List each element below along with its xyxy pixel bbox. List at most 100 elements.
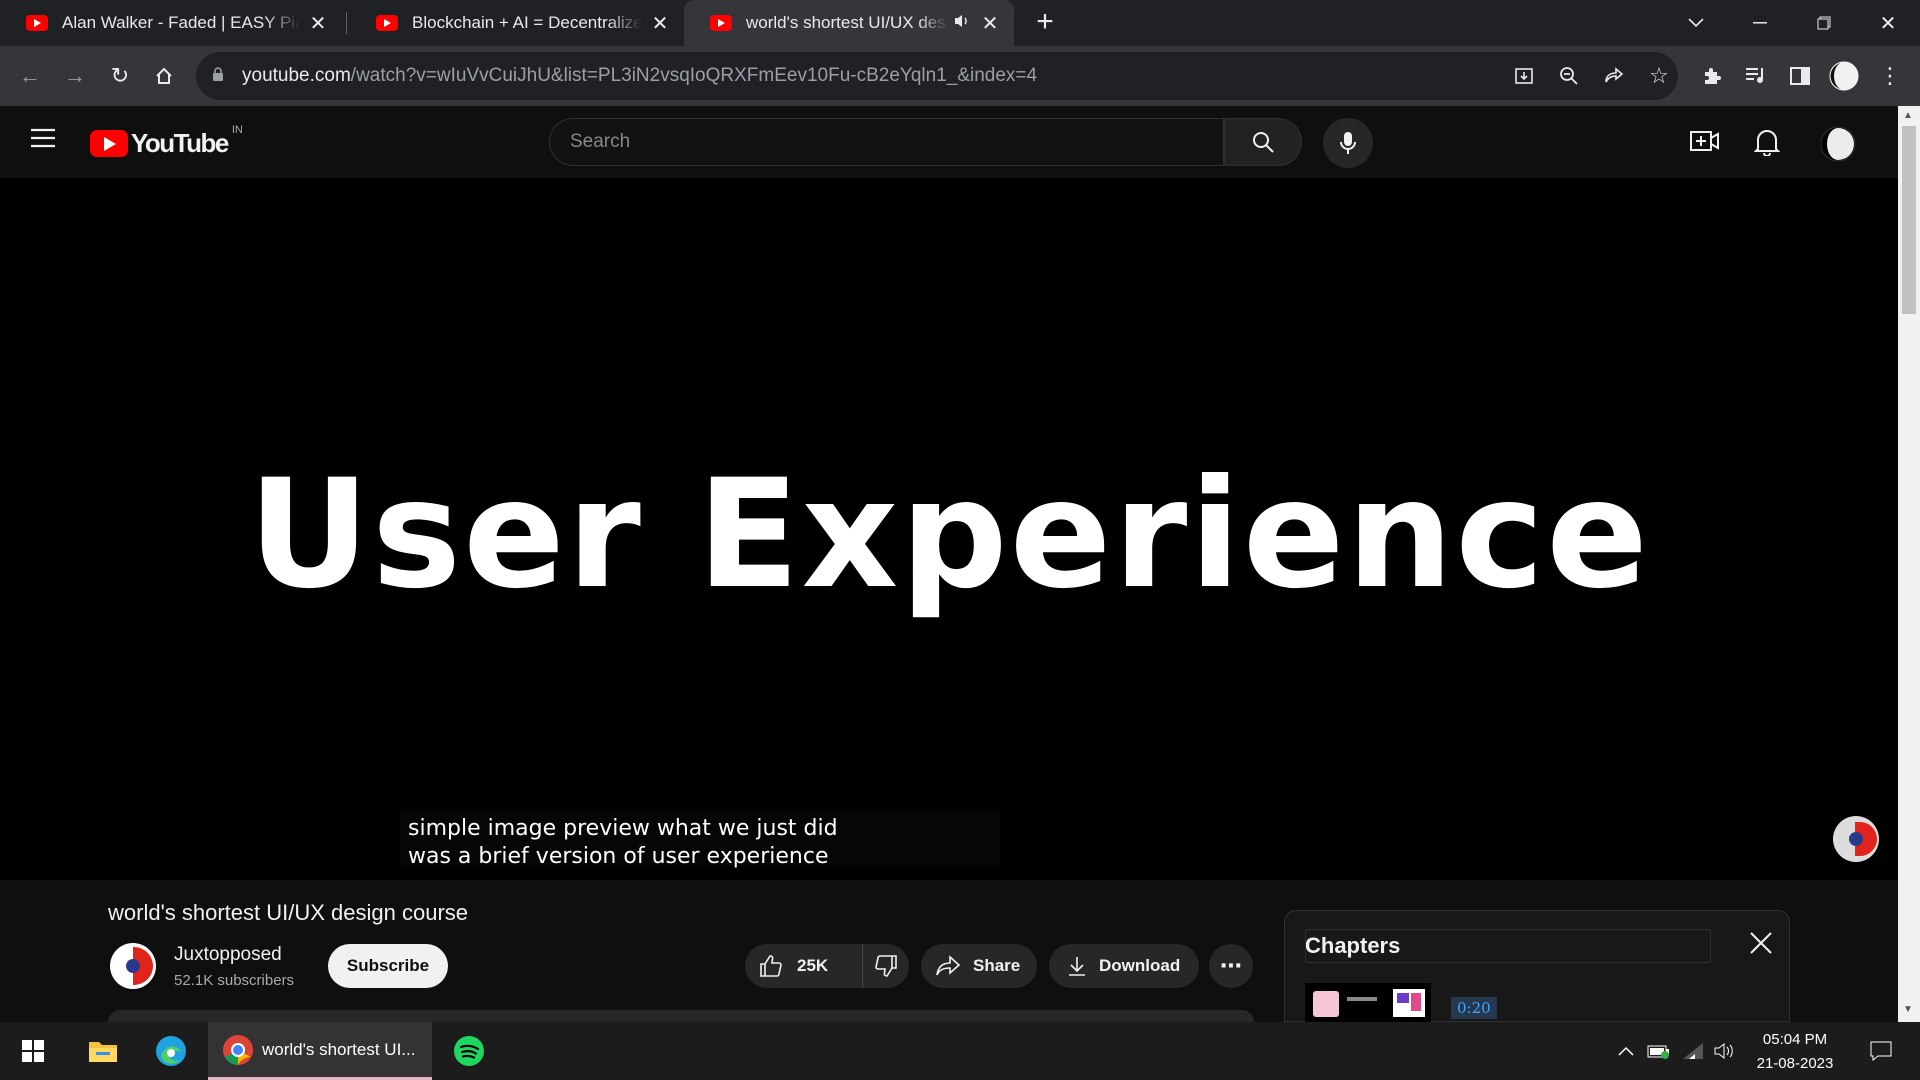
- reload-icon[interactable]: ↻: [102, 58, 138, 94]
- tab-title: Alan Walker - Faded | EASY Piano: [62, 13, 300, 32]
- caption-line: was a brief version of user experience: [408, 844, 829, 869]
- search-button[interactable]: [1224, 118, 1302, 166]
- subscriber-count: 52.1K subscribers: [174, 972, 295, 989]
- youtube-favicon-icon: [26, 15, 48, 31]
- create-video-icon[interactable]: [1690, 128, 1720, 159]
- search-input[interactable]: [570, 131, 1170, 153]
- subscribe-button[interactable]: Subscribe: [328, 944, 448, 988]
- forward-icon[interactable]: →: [57, 58, 93, 94]
- battery-charging-icon[interactable]: [1644, 1022, 1674, 1080]
- bookmark-star-icon[interactable]: ☆: [1641, 58, 1677, 94]
- like-count: 25K: [797, 956, 829, 975]
- address-bar[interactable]: youtube.com/watch?v=wIuVvCuiJhU&list=PL3…: [196, 52, 1678, 100]
- spotify-icon[interactable]: [442, 1022, 496, 1080]
- youtube-favicon-icon: [376, 15, 398, 31]
- like-dislike-group: 25K: [745, 944, 909, 988]
- url-text[interactable]: youtube.com/watch?v=wIuVvCuiJhU&list=PL3…: [242, 65, 1037, 87]
- download-label: Download: [1099, 956, 1181, 975]
- clock-time: 05:04 PM: [1762, 1031, 1828, 1048]
- audio-playing-icon[interactable]: [954, 13, 972, 33]
- chapter-timestamp[interactable]: 0:20: [1451, 997, 1497, 1019]
- caption-line: simple image preview what we just did: [408, 816, 838, 841]
- zoom-icon[interactable]: [1551, 58, 1587, 94]
- notifications-bell-icon[interactable]: [1753, 128, 1781, 161]
- tab-blockchain-ai[interactable]: Blockchain + AI = Decentralized AI ✕: [350, 0, 684, 46]
- show-hidden-icons-chevron-icon[interactable]: [1612, 1022, 1640, 1080]
- close-tab-icon[interactable]: ✕: [650, 11, 670, 36]
- close-tab-icon[interactable]: ✕: [308, 11, 328, 36]
- chapter-thumbnail[interactable]: [1305, 983, 1431, 1023]
- channel-watermark-icon[interactable]: [1833, 816, 1879, 862]
- tab-strip: Alan Walker - Faded | EASY Piano ✕ Block…: [0, 0, 1920, 46]
- captions-box: simple image preview what we just did wa…: [400, 811, 1000, 869]
- thumbs-down-icon: [875, 955, 897, 977]
- tab-alan-walker[interactable]: Alan Walker - Faded | EASY Piano ✕: [0, 0, 342, 46]
- youtube-logo-text: YouTube: [131, 128, 229, 158]
- browser-toolbar: ← → ↻ youtube.com/watch?v=wIuVvCuiJhU&li…: [0, 46, 1920, 106]
- start-windows-icon[interactable]: [0, 1022, 66, 1080]
- description-box[interactable]: [108, 1010, 1254, 1022]
- guide-menu-icon[interactable]: [30, 128, 56, 153]
- file-explorer-icon[interactable]: [76, 1022, 130, 1080]
- thumbs-up-icon: [760, 955, 782, 977]
- youtube-logo-icon: [90, 130, 128, 157]
- video-player[interactable]: User Experience simple image preview wha…: [0, 178, 1898, 880]
- page-scrollbar-thumb[interactable]: [1902, 126, 1916, 314]
- lock-icon[interactable]: [212, 67, 224, 81]
- close-tab-icon[interactable]: ✕: [980, 11, 1000, 36]
- chapters-header-frame: [1305, 929, 1711, 963]
- taskbar-window-title: world's shortest UI...: [262, 1039, 416, 1059]
- chrome-menu-icon[interactable]: ⋮: [1872, 58, 1908, 94]
- windows-taskbar: world's shortest UI... 05:04 PM 21-08-20…: [0, 1022, 1920, 1080]
- youtube-logo[interactable]: YouTube IN: [90, 124, 243, 159]
- download-button[interactable]: Download: [1049, 944, 1199, 988]
- share-page-icon[interactable]: [1596, 58, 1632, 94]
- system-clock[interactable]: 05:04 PM 21-08-2023: [1740, 1028, 1850, 1076]
- volume-icon[interactable]: [1710, 1022, 1740, 1080]
- side-panel-icon[interactable]: [1782, 58, 1818, 94]
- country-code: IN: [231, 123, 243, 136]
- video-frame-text: User Experience: [248, 448, 1650, 622]
- tab-ui-ux-course[interactable]: world's shortest UI/UX design course ✕: [684, 0, 1014, 46]
- chapters-panel: Chapters 0:20: [1284, 910, 1790, 1023]
- profile-avatar-icon[interactable]: [1826, 58, 1862, 94]
- share-button[interactable]: Share: [921, 944, 1037, 988]
- scroll-down-arrow-icon[interactable]: ▼: [1903, 1004, 1913, 1015]
- channel-avatar[interactable]: [110, 943, 156, 989]
- tab-title: world's shortest UI/UX design course: [746, 13, 948, 32]
- back-icon[interactable]: ←: [12, 58, 48, 94]
- scroll-up-arrow-icon[interactable]: ▲: [1903, 110, 1913, 121]
- minimize-icon[interactable]: [1730, 0, 1790, 46]
- close-chapters-icon[interactable]: [1749, 931, 1773, 960]
- extensions-icon[interactable]: [1694, 58, 1730, 94]
- more-actions-button[interactable]: ⋯: [1209, 944, 1253, 988]
- youtube-favicon-icon: [710, 15, 732, 31]
- restore-icon[interactable]: [1794, 0, 1854, 46]
- media-control-icon[interactable]: [1738, 58, 1774, 94]
- video-title: world's shortest UI/UX design course: [108, 900, 469, 925]
- like-button[interactable]: 25K: [745, 944, 863, 988]
- notification-center-icon[interactable]: [1856, 1022, 1906, 1080]
- voice-search-button[interactable]: [1323, 118, 1373, 168]
- microphone-icon: [1340, 132, 1356, 154]
- channel-name[interactable]: Juxtopposed: [174, 944, 282, 966]
- url-path: /watch?v=wIuVvCuiJhU&list=PL3iN2vsqIoQRX…: [350, 65, 1038, 86]
- search-icon: [1253, 132, 1274, 153]
- search-box[interactable]: [549, 118, 1224, 166]
- account-avatar-icon[interactable]: [1820, 126, 1856, 167]
- install-app-icon[interactable]: [1506, 58, 1542, 94]
- edge-browser-icon[interactable]: [144, 1022, 198, 1080]
- chrome-icon: [223, 1034, 253, 1065]
- youtube-header: YouTube IN: [0, 106, 1898, 178]
- share-label: Share: [973, 956, 1021, 975]
- taskbar-chrome-window[interactable]: world's shortest UI...: [208, 1022, 432, 1080]
- video-details: world's shortest UI/UX design course Jux…: [0, 880, 1898, 1023]
- clock-date: 21-08-2023: [1756, 1055, 1834, 1072]
- close-window-icon[interactable]: ✕: [1858, 0, 1918, 46]
- new-tab-icon[interactable]: +: [1030, 7, 1060, 38]
- dislike-button[interactable]: [863, 944, 909, 988]
- share-arrow-icon: [936, 955, 961, 976]
- tab-search-chevron-icon[interactable]: [1666, 0, 1726, 46]
- home-icon[interactable]: [146, 58, 182, 94]
- wifi-icon[interactable]: [1678, 1022, 1708, 1080]
